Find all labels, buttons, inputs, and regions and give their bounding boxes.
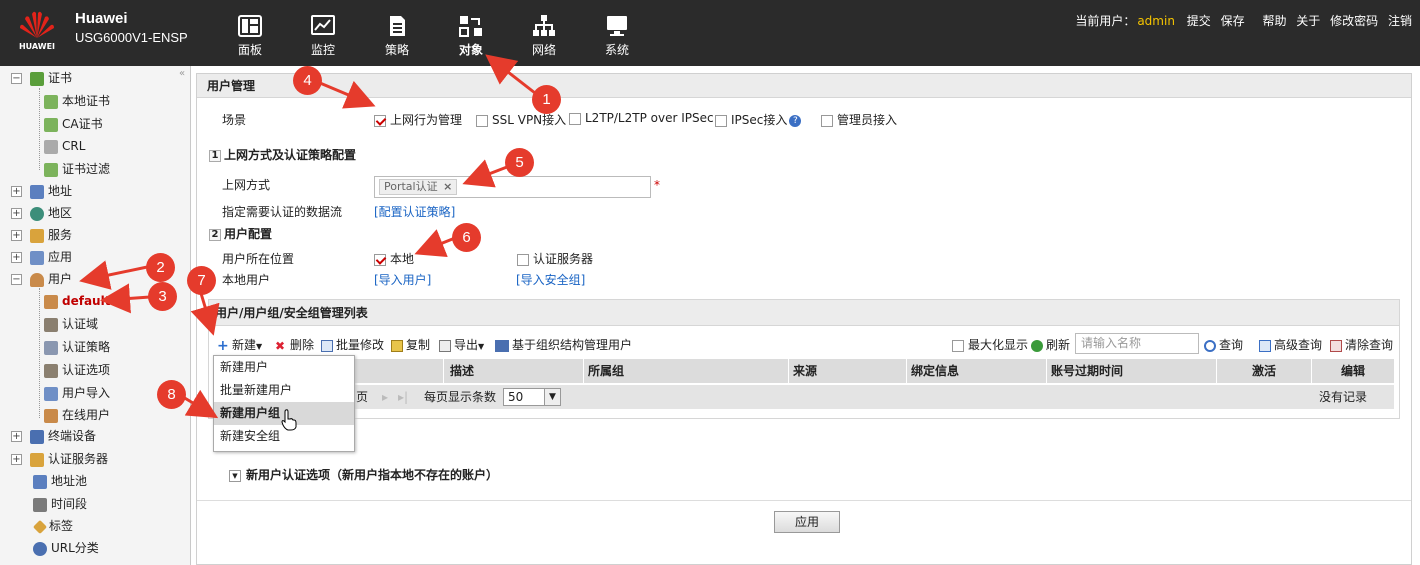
annotation-badge: 7: [187, 266, 216, 295]
annotation-badge: 1: [532, 85, 561, 114]
annotation-badge: 5: [505, 148, 534, 177]
annotation-badge: 2: [146, 253, 175, 282]
annotation-badge: 8: [157, 380, 186, 409]
annotation-badge: 6: [452, 223, 481, 252]
annotation-badge: 4: [293, 66, 322, 95]
annotation-badge: 3: [148, 282, 177, 311]
